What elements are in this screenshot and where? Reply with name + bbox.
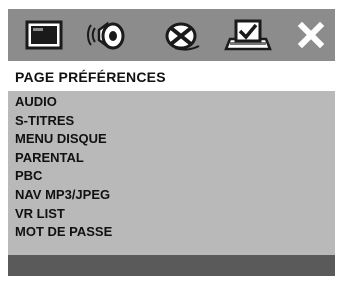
preferences-menu: AUDIO S-TITRES MENU DISQUE PARENTAL PBC … [8, 91, 335, 242]
tab-preferences[interactable] [222, 15, 274, 55]
tab-exit[interactable] [291, 15, 331, 55]
tab-audio-setup[interactable] [81, 15, 133, 55]
menu-item-mp3-jpeg-nav[interactable]: NAV MP3/JPEG [8, 186, 335, 205]
status-bar [8, 255, 335, 276]
speaker-icon [87, 21, 125, 50]
menu-item-audio[interactable]: AUDIO [8, 93, 335, 112]
tab-disc-setup[interactable] [157, 15, 209, 55]
tab-general-setup[interactable] [18, 15, 70, 55]
menu-item-disc-menu[interactable]: MENU DISQUE [8, 130, 335, 149]
setup-menu-panel: PAGE PRÉFÉRENCES AUDIO S-TITRES MENU DIS… [8, 9, 335, 276]
disc-icon [165, 22, 200, 51]
menu-item-password[interactable]: MOT DE PASSE [8, 223, 335, 242]
page-title: PAGE PRÉFÉRENCES [15, 69, 166, 85]
menu-item-subtitles[interactable]: S-TITRES [8, 112, 335, 131]
screen-icon [25, 20, 63, 50]
close-icon [297, 21, 325, 49]
menu-item-parental[interactable]: PARENTAL [8, 149, 335, 168]
preferences-icon [224, 19, 272, 51]
menu-item-vr-list[interactable]: VR LIST [8, 205, 335, 224]
menu-item-pbc[interactable]: PBC [8, 167, 335, 186]
tab-bar [8, 9, 335, 61]
page-title-bar: PAGE PRÉFÉRENCES [8, 61, 335, 91]
